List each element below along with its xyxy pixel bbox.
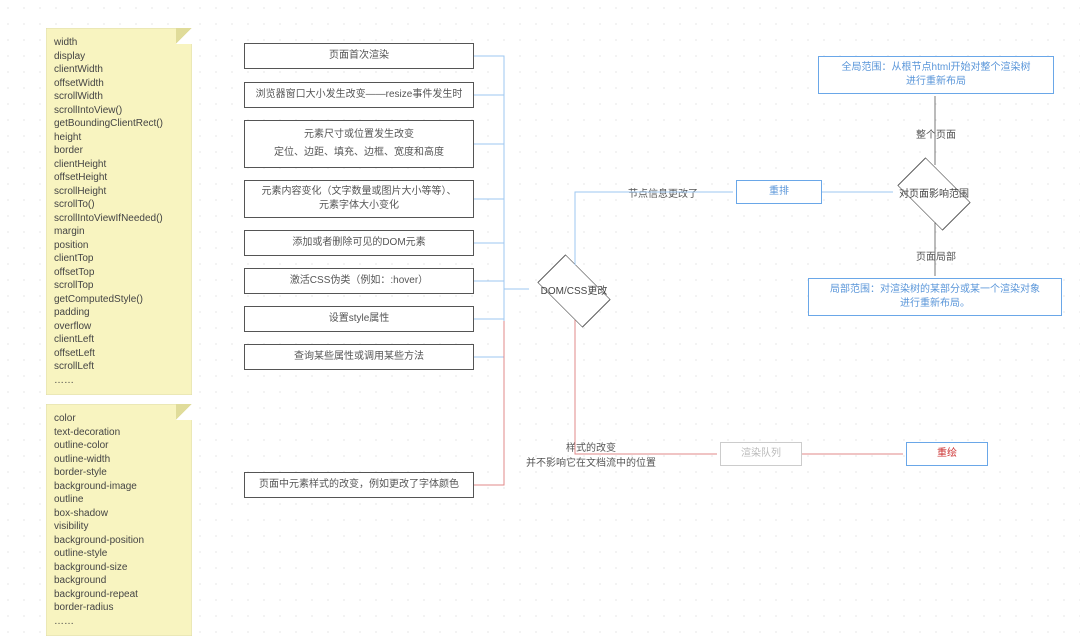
label-node-changed: 节点信息更改了: [608, 185, 718, 200]
note-text: color text-decoration outline-color outl…: [54, 412, 182, 628]
box-render-queue: 渲染队列: [720, 442, 802, 466]
box-global-scope: 全局范围：从根节点html开始对整个渲染树 进行重新布局: [818, 56, 1054, 94]
box-reflow: 重排: [736, 180, 822, 204]
note-paint-props: color text-decoration outline-color outl…: [46, 404, 192, 636]
label-style-changed: 样式的改变 并不影响它在文档流中的位置: [516, 441, 666, 471]
trigger-add-remove-dom: 添加或者删除可见的DOM元素: [244, 230, 474, 256]
trigger-query-props: 查询某些属性或调用某些方法: [244, 344, 474, 370]
trigger-content-change: 元素内容变化（文字数量或图片大小等等）、 元素字体大小变化: [244, 180, 474, 218]
box-repaint: 重绘: [906, 442, 988, 466]
box-local-scope: 局部范围：对渲染树的某部分或某一个渲染对象 进行重新布局。: [808, 278, 1062, 316]
trigger-style-change: 页面中元素样式的改变，例如更改了字体颜色: [244, 472, 474, 498]
trigger-first-render: 页面首次渲染: [244, 43, 474, 69]
trigger-css-pseudo: 激活CSS伪类（例如：:hover）: [244, 268, 474, 294]
decision-domcss: DOM/CSS更改: [524, 259, 624, 319]
label-whole-page: 整个页面: [906, 126, 966, 141]
trigger-resize: 浏览器窗口大小发生改变——resize事件发生时: [244, 82, 474, 108]
note-text: width display clientWidth offsetWidth sc…: [54, 36, 182, 387]
note-layout-props: width display clientWidth offsetWidth sc…: [46, 28, 192, 395]
trigger-size-pos: 元素尺寸或位置发生改变 定位、边距、填充、边框、宽度和高度: [244, 120, 474, 168]
decision-scope: 对页面影响范围: [884, 162, 984, 222]
trigger-set-style: 设置style属性: [244, 306, 474, 332]
label-page-part: 页面局部: [906, 248, 966, 263]
